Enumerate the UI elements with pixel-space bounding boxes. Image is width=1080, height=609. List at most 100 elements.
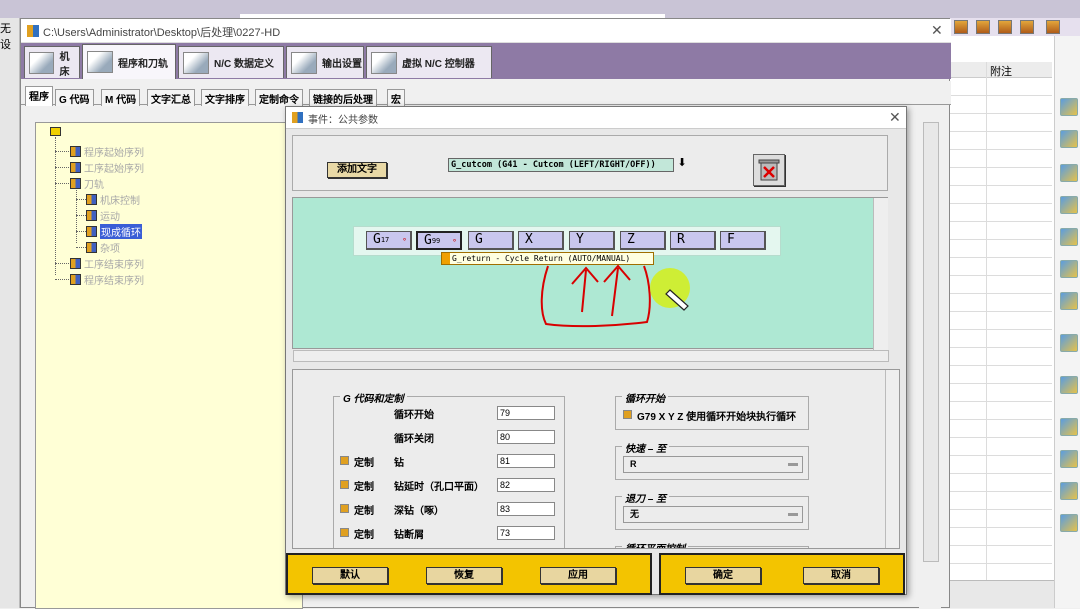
word-tile-g[interactable]: G — [468, 231, 514, 250]
cycle-start-option-label: G79 X Y Z 使用循环开始块执行循环 — [637, 412, 797, 423]
tree-node-operation-end[interactable]: 工序结束序列 — [70, 256, 144, 271]
tile-letter: X — [525, 232, 533, 247]
spreadsheet-grid — [950, 78, 1052, 578]
custom-checkbox[interactable] — [340, 480, 349, 489]
background-bottom-bar — [950, 580, 1054, 608]
tab-output-settings[interactable]: 输出设置 — [286, 46, 364, 78]
trash-icon[interactable] — [753, 154, 785, 186]
toolbar-icon[interactable] — [954, 20, 968, 34]
custom-checkbox[interactable] — [340, 504, 349, 513]
word-select-combo[interactable]: G_cutcom (G41 - Cutcom (LEFT/RIGHT/OFF)) — [448, 158, 674, 172]
tree-line — [76, 231, 86, 232]
tool-icon[interactable] — [1060, 450, 1078, 468]
cancel-button[interactable]: 取消 — [803, 567, 879, 584]
editor-horizontal-scrollbar[interactable] — [293, 350, 889, 362]
cycle-start-code-field[interactable]: 79 — [497, 406, 555, 420]
subtab-m-code[interactable]: M 代码 — [101, 89, 141, 106]
word-tile-y[interactable]: Y — [569, 231, 615, 250]
tool-icon[interactable] — [1060, 482, 1078, 500]
drill-code-field[interactable]: 81 — [497, 454, 555, 468]
rapid-to-value: R — [630, 459, 637, 469]
program-tree: 程序起始序列 工序起始序列 刀轨 机床控制 运动 现成循环 杂项 工序结束序列 … — [35, 122, 303, 609]
tree-node-label: 程序起始序列 — [84, 148, 144, 159]
tool-icon[interactable] — [1060, 260, 1078, 278]
peck-drill-code-field[interactable]: 83 — [497, 502, 555, 516]
tree-node-canned-cycle[interactable]: 现成循环 — [86, 224, 142, 239]
subtab-g-code[interactable]: G 代码 — [55, 89, 94, 106]
node-icon — [70, 274, 81, 285]
tree-node-toolpath[interactable]: 刀轨 — [70, 176, 104, 191]
tool-icon[interactable] — [1060, 228, 1078, 246]
tree-node-label: 机床控制 — [100, 196, 140, 207]
tab-program-toolpath[interactable]: 程序和刀轨 — [82, 44, 176, 79]
tool-icon[interactable] — [1060, 376, 1078, 394]
retract-to-value: 无 — [630, 509, 640, 519]
tree-node-machine-control[interactable]: 机床控制 — [86, 192, 140, 207]
tool-icon[interactable] — [1060, 98, 1078, 116]
tool-icon[interactable] — [1060, 196, 1078, 214]
tool-icon[interactable] — [1060, 292, 1078, 310]
ok-button[interactable]: 确定 — [685, 567, 761, 584]
drill-dwell-code-field[interactable]: 82 — [497, 478, 555, 492]
word-tile-f[interactable]: F — [720, 231, 766, 250]
subtab-linked-posts[interactable]: 链接的后处理 — [309, 89, 377, 106]
break-chip-code-field[interactable]: 73 — [497, 526, 555, 540]
custom-checkbox[interactable] — [340, 456, 349, 465]
subtab-word-sequence[interactable]: 文字排序 — [201, 89, 249, 106]
tree-node-misc[interactable]: 杂项 — [86, 240, 120, 255]
editor-vertical-scrollbar[interactable] — [873, 198, 888, 350]
subtab-macro[interactable]: 宏 — [387, 89, 405, 106]
custom-checkbox[interactable] — [340, 528, 349, 537]
cycle-start-checkbox[interactable] — [623, 410, 632, 419]
dropdown-icon — [788, 513, 798, 516]
dialog-action-bar-left: 默认 恢复 应用 — [286, 553, 652, 595]
background-spreadsheet: 附注 — [950, 18, 1080, 608]
close-icon[interactable]: ✕ — [889, 109, 901, 126]
add-word-button[interactable]: 添加文字 — [327, 162, 387, 178]
main-scrollbar[interactable] — [923, 122, 939, 562]
tool-icon[interactable] — [1060, 334, 1078, 352]
tab-label: N/C 数据定义 — [214, 59, 274, 70]
close-icon[interactable]: ✕ — [931, 22, 943, 39]
tool-icon[interactable] — [1060, 130, 1078, 148]
tile-letter: R — [677, 232, 685, 247]
custom-label: 定制 — [354, 506, 374, 517]
custom-label: 定制 — [354, 458, 374, 469]
word-tile-g99[interactable]: G99 ° — [416, 231, 462, 250]
tree-node-program-start[interactable]: 程序起始序列 — [70, 144, 144, 159]
tool-icon[interactable] — [1060, 514, 1078, 532]
tree-node-operation-start[interactable]: 工序起始序列 — [70, 160, 144, 175]
subtab-word-summary[interactable]: 文字汇总 — [147, 89, 195, 106]
tree-node-label: 刀轨 — [84, 180, 104, 191]
tab-machine[interactable]: 机床 — [24, 46, 80, 78]
side-tool-column — [1054, 36, 1080, 608]
toolbar-icon[interactable] — [998, 20, 1012, 34]
tree-node-program-end[interactable]: 程序结束序列 — [70, 272, 144, 287]
tree-node-label: 工序结束序列 — [84, 260, 144, 271]
dialog-word-toolbar: 添加文字 G_cutcom (G41 - Cutcom (LEFT/RIGHT/… — [292, 135, 888, 191]
subtab-custom-command[interactable]: 定制命令 — [255, 89, 303, 106]
retract-to-select[interactable]: 无 — [623, 506, 803, 523]
toolbar-icon[interactable] — [1020, 20, 1034, 34]
word-tile-g17[interactable]: G17 ° — [366, 231, 412, 250]
rapid-to-select[interactable]: R — [623, 456, 803, 473]
toolbar-icon[interactable] — [976, 20, 990, 34]
restore-button[interactable]: 恢复 — [426, 567, 502, 584]
apply-button[interactable]: 应用 — [540, 567, 616, 584]
toolbar-icon[interactable] — [1046, 20, 1060, 34]
subtab-program[interactable]: 程序 — [25, 86, 53, 106]
tree-line — [55, 151, 69, 152]
word-tile-r[interactable]: R — [670, 231, 716, 250]
word-tile-x[interactable]: X — [518, 231, 564, 250]
params-scrollbar[interactable] — [885, 370, 899, 548]
tool-icon[interactable] — [1060, 418, 1078, 436]
cycle-off-code-field[interactable]: 80 — [497, 430, 555, 444]
tree-node-motion[interactable]: 运动 — [86, 208, 120, 223]
tab-virtual-nc[interactable]: 虚拟 N/C 控制器 — [366, 46, 492, 78]
default-button[interactable]: 默认 — [312, 567, 388, 584]
tool-icon[interactable] — [1060, 164, 1078, 182]
tree-root-icon[interactable] — [50, 127, 61, 136]
tab-nc-data[interactable]: N/C 数据定义 — [178, 46, 284, 78]
word-tile-z[interactable]: Z — [620, 231, 666, 250]
download-arrow-icon[interactable]: ⬇ — [675, 156, 689, 172]
